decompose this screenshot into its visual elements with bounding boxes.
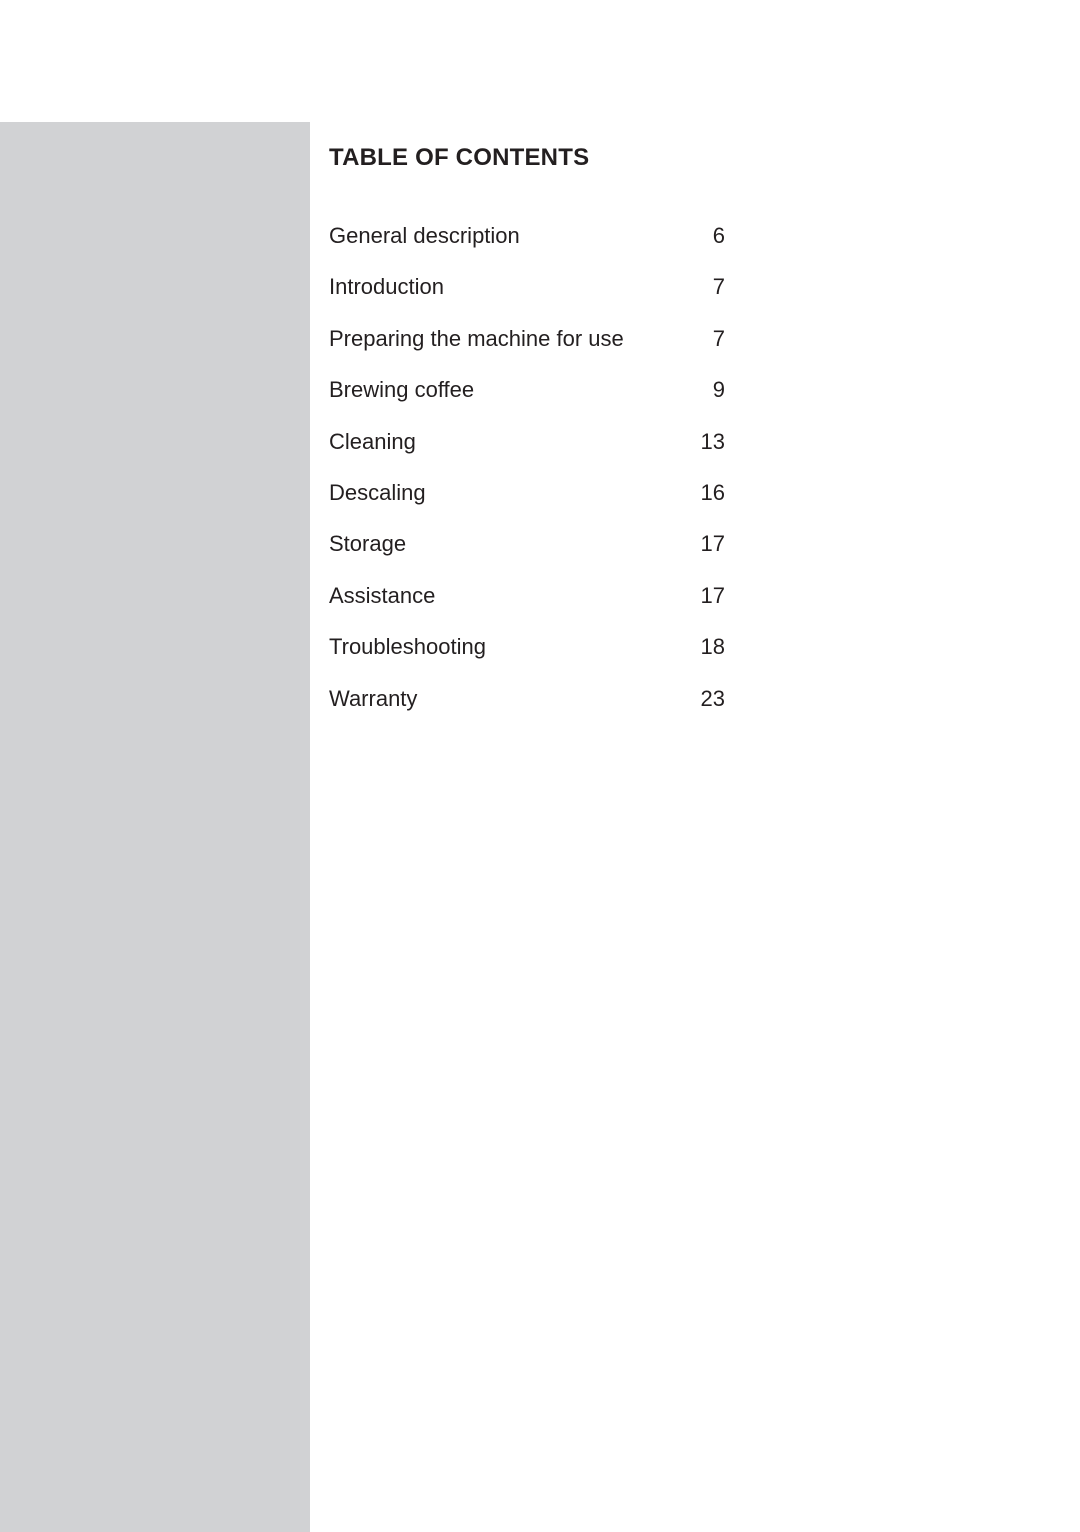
toc-entry-assistance[interactable]: Assistance 17 [329, 577, 725, 628]
toc-entry-page: 16 [700, 479, 725, 505]
toc-entry-page: 13 [700, 428, 725, 454]
toc-entry-preparing-machine[interactable]: Preparing the machine for use 7 [329, 320, 725, 371]
toc-entry-title: Storage [329, 531, 407, 557]
toc-entry-troubleshooting[interactable]: Troubleshooting 18 [329, 628, 725, 679]
toc-entry-page: 9 [712, 377, 725, 403]
toc-entry-page: 7 [712, 274, 725, 300]
toc-entry-title: Cleaning [329, 428, 416, 454]
toc-entry-title: Assistance [329, 582, 436, 608]
toc-entry-title: General description [329, 223, 520, 248]
toc-entry-title: Descaling [329, 479, 426, 505]
toc-entry-title: Introduction [329, 274, 444, 300]
toc-entry-page: 17 [700, 531, 725, 557]
toc-entry-title: Troubleshooting [329, 634, 486, 660]
toc-entry-page: 7 [712, 325, 725, 351]
toc-entry-general-description[interactable]: General description 6 [329, 217, 725, 268]
toc-entry-page: 18 [700, 634, 725, 660]
toc-entry-cleaning[interactable]: Cleaning 13 [329, 423, 725, 474]
toc-list: General description 6 Introduction 7 Pre… [329, 217, 725, 731]
toc-section: TABLE OF CONTENTS General description 6 … [329, 140, 729, 711]
toc-entry-storage[interactable]: Storage 17 [329, 525, 725, 576]
toc-entry-descaling[interactable]: Descaling 16 [329, 474, 725, 525]
toc-entry-warranty[interactable]: Warranty 23 [329, 680, 725, 731]
toc-entry-title: Preparing the machine for use [329, 325, 624, 351]
sidebar-band [0, 122, 310, 1532]
toc-entry-title: Brewing coffee [329, 377, 475, 403]
toc-entry-brewing-coffee[interactable]: Brewing coffee 9 [329, 371, 725, 422]
toc-entry-title: Warranty [329, 685, 418, 711]
toc-entry-page: 23 [700, 685, 725, 711]
toc-entry-page: 6 [712, 223, 725, 248]
toc-entry-introduction[interactable]: Introduction 7 [329, 268, 725, 319]
toc-entry-page: 17 [700, 582, 725, 608]
toc-heading: TABLE OF CONTENTS [329, 144, 590, 171]
